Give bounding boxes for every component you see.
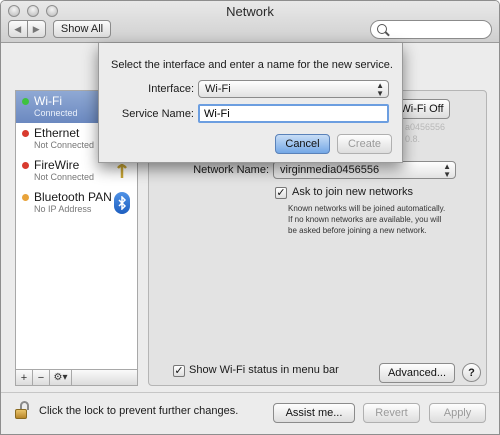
create-button[interactable]: Create xyxy=(337,134,392,154)
lock-icon[interactable] xyxy=(15,401,31,419)
title-bar: Network ◀ ▶ Show All xyxy=(1,1,499,43)
add-service-button[interactable]: + xyxy=(16,370,33,385)
status-dot-green xyxy=(22,98,29,105)
footer-separator xyxy=(1,392,499,393)
show-all-button[interactable]: Show All xyxy=(53,20,111,38)
status-dot-red xyxy=(22,162,29,169)
bluetooth-icon xyxy=(111,191,133,215)
service-name: Bluetooth PAN xyxy=(34,190,112,204)
show-status-checkbox[interactable]: ✓ xyxy=(173,365,185,377)
interface-value: Wi-Fi xyxy=(205,83,231,95)
service-name: Ethernet xyxy=(34,126,80,140)
network-name-value: virginmedia0456556 xyxy=(280,164,380,176)
cancel-button[interactable]: Cancel xyxy=(275,134,330,154)
advanced-button[interactable]: Advanced... xyxy=(379,363,455,383)
search-input[interactable] xyxy=(391,22,485,37)
service-status: Not Connected xyxy=(34,172,95,182)
lock-text: Click the lock to prevent further change… xyxy=(39,405,239,417)
ask-join-checkbox[interactable]: ✓ xyxy=(275,187,287,199)
service-status: Connected xyxy=(34,108,78,118)
chevron-right-icon[interactable]: ▶ xyxy=(26,21,46,37)
services-list-toolbar: + − ⚙▾ xyxy=(15,369,138,386)
apply-button[interactable]: Apply xyxy=(429,403,486,423)
status-dot-red xyxy=(22,130,29,137)
new-service-sheet: Select the interface and enter a name fo… xyxy=(98,43,403,163)
service-name-label: Service Name: xyxy=(121,108,194,120)
chevron-left-icon[interactable]: ◀ xyxy=(9,21,27,37)
ask-join-description: Known networks will be joined automatica… xyxy=(288,204,446,235)
search-field[interactable] xyxy=(370,20,492,39)
service-status: Not Connected xyxy=(34,140,95,150)
assist-me-button[interactable]: Assist me... xyxy=(273,403,355,423)
ask-join-label: Ask to join new networks xyxy=(292,186,414,198)
show-status-label: Show Wi-Fi status in menu bar xyxy=(189,364,339,376)
sheet-prompt: Select the interface and enter a name fo… xyxy=(111,59,393,71)
interface-label: Interface: xyxy=(148,83,194,95)
window-title: Network xyxy=(226,4,274,19)
popup-arrows-icon: ▲ ▼ xyxy=(376,81,384,98)
network-name-popup[interactable]: virginmedia0456556 ▲ ▼ xyxy=(273,161,456,179)
network-name-label: Network Name: xyxy=(193,164,269,176)
ip-info-line: a0456556 xyxy=(405,122,446,132)
service-status: No IP Address xyxy=(34,204,92,214)
remove-service-button[interactable]: − xyxy=(33,370,50,385)
popup-arrows-icon: ▲ ▼ xyxy=(443,162,451,179)
service-name: FireWire xyxy=(34,158,80,172)
interface-popup[interactable]: Wi-Fi ▲ ▼ xyxy=(198,80,389,98)
ip-info-line: 0.8. xyxy=(405,134,421,144)
search-icon xyxy=(377,24,387,34)
help-button[interactable]: ? xyxy=(462,363,481,382)
network-preferences-window: Network ◀ ▶ Show All Wi-Fi Connected Eth… xyxy=(0,0,500,435)
revert-button[interactable]: Revert xyxy=(363,403,420,423)
status-dot-yellow xyxy=(22,194,29,201)
service-name: Wi-Fi xyxy=(34,94,62,108)
gear-menu-button[interactable]: ⚙▾ xyxy=(50,370,72,385)
back-forward-control: ◀ ▶ xyxy=(8,20,46,38)
service-item-bluetooth-pan[interactable]: Bluetooth PAN No IP Address xyxy=(16,187,137,219)
service-name-input[interactable] xyxy=(198,104,389,123)
